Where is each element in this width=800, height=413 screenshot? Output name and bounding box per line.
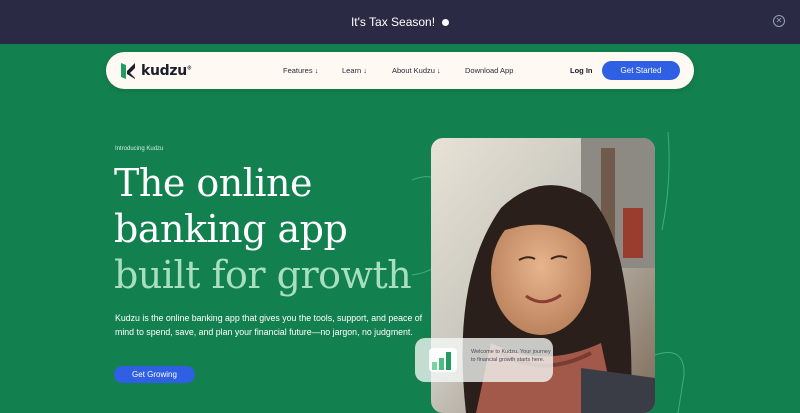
chevron-down-icon: ↓ (314, 66, 319, 75)
headline-line-2: banking app (114, 207, 348, 251)
hero-description: Kudzu is the online banking app that giv… (115, 313, 423, 337)
banner-text: It's Tax Season! (350, 15, 436, 29)
get-started-button[interactable]: Get Started (602, 61, 680, 80)
headline-line-3: built for growth (114, 253, 412, 297)
growth-chart-icon (429, 348, 457, 372)
nav-item-learn[interactable]: Learn ↓ (342, 66, 367, 75)
welcome-message-text: Welcome to Kudzu. Your journey to financ… (471, 349, 551, 363)
logo-text: kudzu® (141, 63, 192, 79)
get-growing-button[interactable]: Get Growing (114, 366, 195, 383)
hero-headline: The online banking app built for growth (114, 160, 412, 298)
login-link[interactable]: Log In (570, 66, 593, 75)
navbar: kudzu® Features ↓ Learn ↓ About Kudzu ↓ … (106, 52, 694, 89)
hero-eyebrow: Introducing Kudzu (115, 146, 164, 152)
registered-mark: ® (186, 65, 192, 72)
headline-line-1: The online (114, 161, 313, 205)
welcome-message-card: Welcome to Kudzu. Your journey to financ… (415, 338, 553, 382)
nav-item-download[interactable]: Download App (465, 66, 513, 75)
close-icon[interactable]: ✕ (773, 15, 785, 27)
nav-item-about[interactable]: About Kudzu ↓ (392, 66, 441, 75)
kudzu-leaf-icon (121, 63, 135, 79)
chevron-down-icon: ↓ (437, 66, 441, 75)
nav-item-features[interactable]: Features ↓ (283, 66, 318, 75)
dot-icon (442, 18, 450, 26)
logo[interactable]: kudzu® (120, 61, 192, 81)
chevron-down-icon: ↓ (363, 66, 368, 75)
announcement-banner: It's Tax Season! ✕ (0, 0, 800, 44)
